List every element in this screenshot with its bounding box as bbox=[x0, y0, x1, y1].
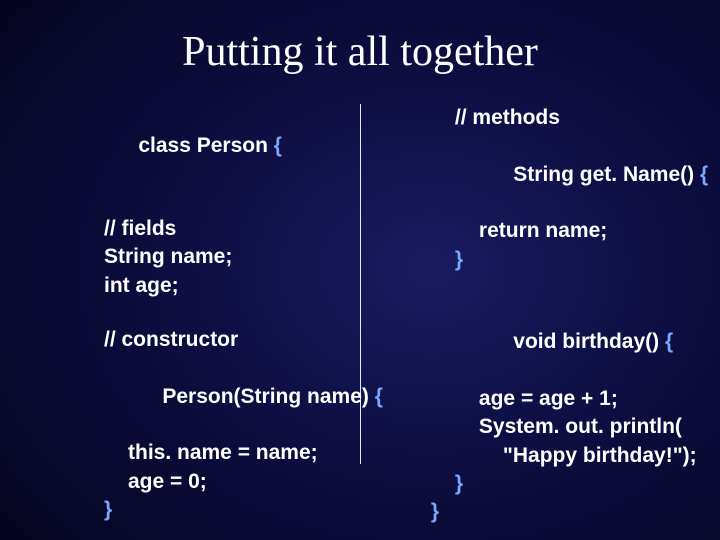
constructor-comment: // constructor bbox=[80, 326, 383, 354]
column-divider bbox=[360, 104, 361, 464]
field-name-line: String name; bbox=[80, 243, 383, 271]
field-age-line: int age; bbox=[80, 272, 383, 300]
class-close-brace: } bbox=[431, 498, 708, 526]
constructor-sig: Person(String name) { bbox=[80, 354, 383, 439]
getname-sig: String get. Name() { bbox=[431, 132, 708, 217]
content-area: class Person { // fields String name; in… bbox=[0, 104, 720, 540]
close-brace: } bbox=[431, 246, 708, 274]
slide: Putting it all together class Person { /… bbox=[0, 0, 720, 540]
getname-sig-text: String get. Name() bbox=[513, 163, 700, 186]
left-column: class Person { // fields String name; in… bbox=[80, 104, 403, 540]
birthday-body-line: System. out. println( bbox=[431, 413, 708, 441]
birthday-block: void birthday() { age = age + 1; System.… bbox=[431, 300, 708, 527]
code-line: class Person { bbox=[80, 104, 383, 189]
class-decl-text: class Person bbox=[138, 134, 273, 157]
open-brace: { bbox=[665, 330, 673, 353]
birthday-sig: void birthday() { bbox=[431, 300, 708, 385]
birthday-sig-text: void birthday() bbox=[513, 330, 665, 353]
birthday-body-line: age = age + 1; bbox=[431, 385, 708, 413]
slide-title: Putting it all together bbox=[0, 0, 720, 76]
open-brace: { bbox=[700, 163, 708, 186]
getname-block: // methods String get. Name() { return n… bbox=[431, 104, 708, 274]
ctor-body-line: age = 0; bbox=[80, 468, 383, 496]
ctor-sig-text: Person(String name) bbox=[162, 385, 374, 408]
constructor-block: // constructor Person(String name) { thi… bbox=[80, 326, 383, 524]
open-brace: { bbox=[375, 385, 383, 408]
ctor-body-line: this. name = name; bbox=[80, 439, 383, 467]
getname-body: return name; bbox=[431, 217, 708, 245]
class-declaration: class Person { bbox=[80, 104, 383, 189]
right-column: // methods String get. Name() { return n… bbox=[403, 104, 708, 540]
fields-block: // fields String name; int age; bbox=[80, 215, 383, 300]
close-brace: } bbox=[431, 470, 708, 498]
methods-comment: // methods bbox=[431, 104, 708, 132]
close-brace: } bbox=[80, 496, 383, 524]
birthday-body-line: "Happy birthday!"); bbox=[431, 442, 708, 470]
open-brace: { bbox=[274, 134, 282, 157]
fields-comment: // fields bbox=[80, 215, 383, 243]
